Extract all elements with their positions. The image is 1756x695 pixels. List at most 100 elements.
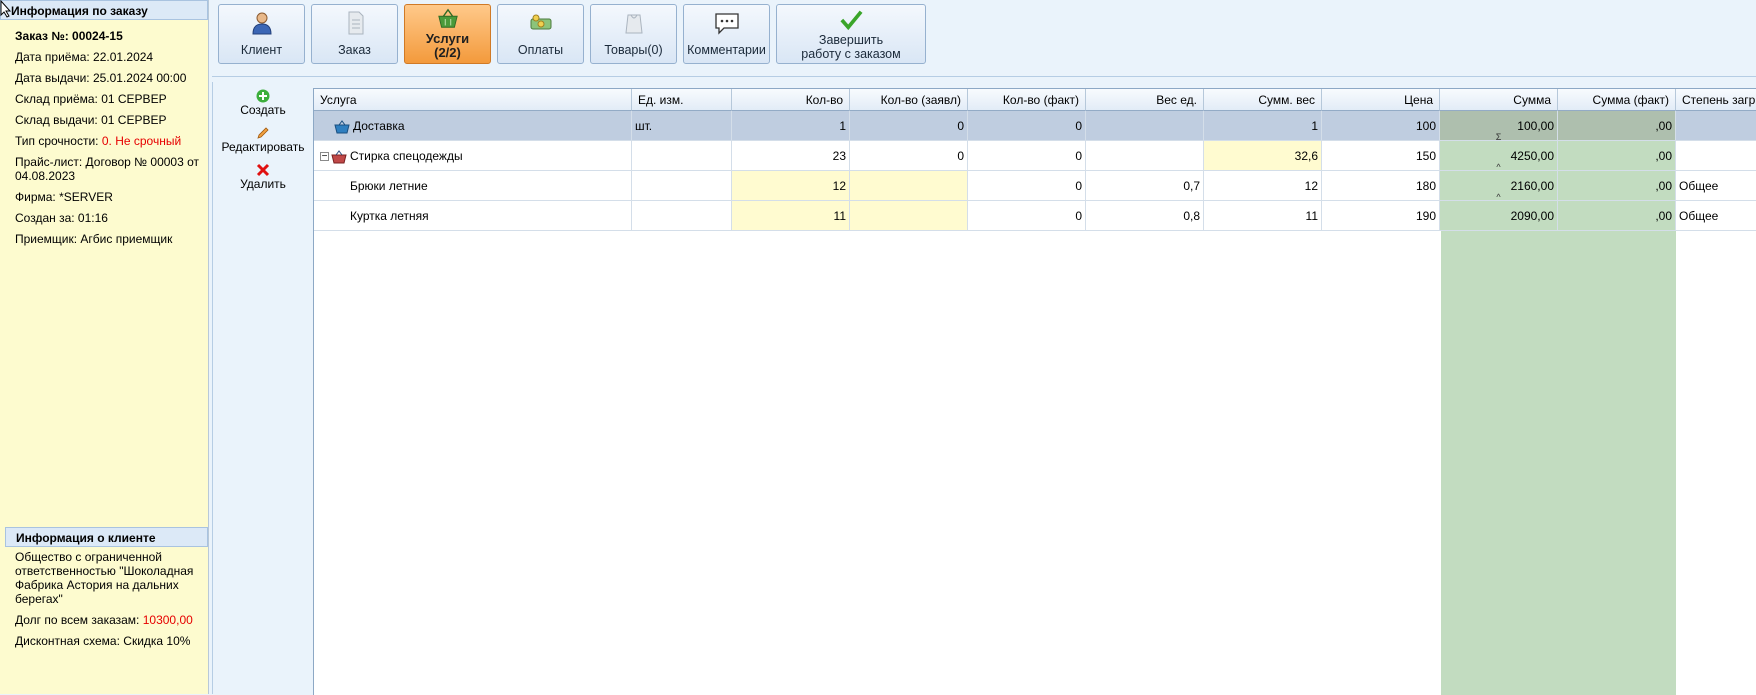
column-header-qty-fact[interactable]: Кол-во (факт) <box>968 89 1086 111</box>
payments-button[interactable]: Оплаты <box>497 4 584 64</box>
pencil-icon <box>257 127 269 139</box>
column-header-service[interactable]: Услуга <box>314 89 632 111</box>
service-cell: Куртка летняя <box>314 201 632 231</box>
degree-cell <box>1676 111 1756 141</box>
order-button[interactable]: Заказ <box>311 4 398 64</box>
qty-declared-cell[interactable] <box>850 201 968 231</box>
column-header-sum-fact[interactable]: Сумма (факт) <box>1558 89 1676 111</box>
action-sidebar: Создать Редактировать Удалить <box>212 82 313 694</box>
debt-value: 10300,00 <box>142 613 193 627</box>
checkmark-icon <box>840 10 863 31</box>
table-row[interactable]: Куртка летняя 11 0 0,8 11 190 ^ 2090,00 ,… <box>314 192 1756 231</box>
user-icon <box>251 12 272 35</box>
delete-button[interactable]: Удалить <box>213 163 313 191</box>
qty-cell[interactable]: 11 <box>732 201 850 231</box>
price-list: Прайс-лист: Договор № 00003 от 04.08.202… <box>15 155 200 183</box>
qty-declared-cell[interactable] <box>850 171 968 201</box>
service-name: Доставка <box>353 119 405 133</box>
column-header-qty[interactable]: Кол-во <box>732 89 850 111</box>
sum-fact-cell: ,00 <box>1558 201 1676 231</box>
qty-declared-cell: 0 <box>850 111 968 141</box>
goods-button-label: Товары(0) <box>604 43 663 57</box>
unit-cell: шт. <box>632 111 732 141</box>
unit-weight-cell <box>1086 111 1204 141</box>
degree-cell: Общее <box>1676 201 1756 231</box>
basket-icon <box>334 119 350 134</box>
discount-scheme: Дисконтная схема: Скидка 10% <box>15 634 191 648</box>
column-header-qty-declared[interactable]: Кол-во (заявл) <box>850 89 968 111</box>
sum-fact-cell: ,00 <box>1558 111 1676 141</box>
qty-cell[interactable]: 12 <box>732 171 850 201</box>
money-icon <box>530 14 551 30</box>
order-button-label: Заказ <box>338 43 371 57</box>
finish-label-line2: работу с заказом <box>801 47 901 61</box>
delete-icon <box>256 163 270 177</box>
received-date: Дата приёма: 22.01.2024 <box>15 50 154 64</box>
qty-fact-cell: 0 <box>968 171 1086 201</box>
total-weight-cell: 12 <box>1204 171 1322 201</box>
goods-button[interactable]: Товары(0) <box>590 4 677 64</box>
sum-marker-icon: ^ <box>1496 162 1501 172</box>
column-header-unit-weight[interactable]: Вес ед. <box>1086 89 1204 111</box>
document-icon <box>348 11 363 35</box>
basket-icon <box>331 149 347 164</box>
services-label-line1: Услуги <box>425 31 470 46</box>
client-button-label: Клиент <box>240 43 283 57</box>
sum-value: 2090,00 <box>1510 209 1554 223</box>
order-info: Заказ №: 00024-15 Дата приёма: 22.01.202… <box>15 26 201 250</box>
total-weight-cell: 11 <box>1204 201 1322 231</box>
comment-icon <box>714 13 739 35</box>
service-cell: Доставка <box>314 111 632 141</box>
client-button[interactable]: Клиент <box>218 4 305 64</box>
client-info-header: Информация о клиенте <box>5 527 208 547</box>
column-header-unit[interactable]: Ед. изм. <box>632 89 732 111</box>
column-header-price[interactable]: Цена <box>1322 89 1440 111</box>
column-header-total-weight[interactable]: Сумм. вес <box>1204 89 1322 111</box>
unit-cell <box>632 171 732 201</box>
order-number: Заказ №: 00024-15 <box>15 29 123 43</box>
sum-cell: ^ 2090,00 <box>1440 192 1558 231</box>
receiver: Приемщик: Агбис приемщик <box>15 232 173 246</box>
goods-icon <box>624 14 643 34</box>
sum-marker-icon: ^ <box>1496 192 1501 202</box>
qty-cell: 1 <box>732 111 850 141</box>
service-cell: − Стирка спецодежды <box>314 141 632 171</box>
services-grid: Услуга Ед. изм. Кол-во Кол-во (заявл) Ко… <box>313 88 1756 695</box>
unit-cell <box>632 141 732 171</box>
qty-declared-cell: 0 <box>850 141 968 171</box>
qty-fact-cell: 0 <box>968 141 1086 171</box>
client-debt: Долг по всем заказам: 10300,00 <box>15 610 201 631</box>
firm: Фирма: *SERVER <box>15 190 113 204</box>
mouse-cursor-icon <box>0 0 12 18</box>
total-weight-cell: 1 <box>1204 111 1322 141</box>
service-cell: Брюки летние <box>314 171 632 201</box>
client-info: Общество с ограниченной ответственностью… <box>15 550 201 652</box>
collapse-icon[interactable]: − <box>320 152 329 162</box>
comments-button-label: Комментарии <box>687 43 766 57</box>
degree-cell: Общее <box>1676 171 1756 201</box>
total-weight-cell[interactable]: 32,6 <box>1204 141 1322 171</box>
qty-fact-cell: 0 <box>968 111 1086 141</box>
create-button[interactable]: Создать <box>213 89 313 117</box>
edit-label: Редактировать <box>221 140 305 154</box>
price-cell: 100 <box>1322 111 1440 141</box>
column-header-sum[interactable]: Сумма <box>1440 89 1558 111</box>
delete-label: Удалить <box>240 177 286 191</box>
create-label: Создать <box>240 103 286 117</box>
qty-cell: 23 <box>732 141 850 171</box>
urgency-value: 0. Не срочный <box>101 134 182 148</box>
price-cell: 150 <box>1322 141 1440 171</box>
price-cell: 180 <box>1322 171 1440 201</box>
issue-warehouse: Склад выдачи: 01 СЕРВЕР <box>15 113 167 127</box>
toolbar-divider <box>212 76 1756 77</box>
services-label-line2: (2/2) <box>434 45 461 60</box>
unit-weight-cell <box>1086 141 1204 171</box>
sum-value: 4250,00 <box>1510 149 1554 163</box>
finish-order-button[interactable]: Завершить работу с заказом <box>776 4 926 64</box>
payments-button-label: Оплаты <box>517 43 564 57</box>
tab-services[interactable]: Услуги (2/2) <box>404 4 491 64</box>
edit-button[interactable]: Редактировать <box>213 126 313 154</box>
urgency-label: Тип срочности: <box>15 134 99 148</box>
comments-button[interactable]: Комментарии <box>683 4 770 64</box>
column-header-degree[interactable]: Степень загр <box>1676 89 1756 111</box>
